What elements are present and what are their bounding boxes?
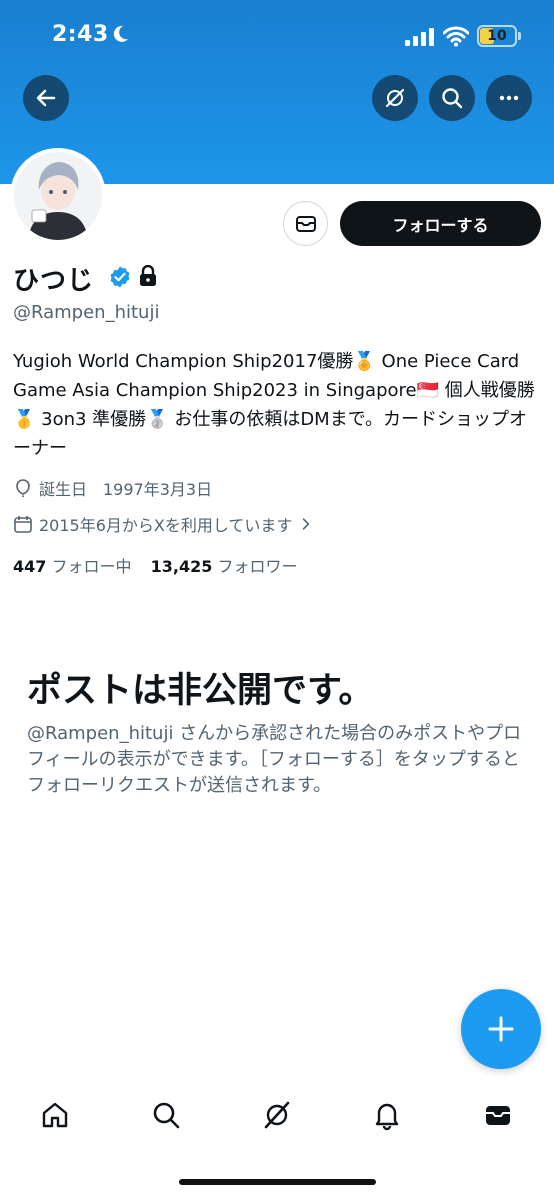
moon-icon	[113, 25, 128, 42]
tab-notifications[interactable]	[367, 1095, 407, 1135]
profile-handle: @Rampen_hituji	[13, 302, 160, 323]
grok-icon	[385, 88, 405, 108]
search-icon	[442, 88, 463, 109]
tab-home[interactable]	[35, 1095, 75, 1135]
private-posts-body: @Rampen_hituji さんから承認された場合のみポストやプロフィールの表…	[27, 723, 522, 796]
messages-icon	[486, 1106, 510, 1125]
followers-label: フォロワー	[217, 557, 298, 576]
avatar[interactable]	[10, 148, 106, 244]
follow-counts: 447 フォロー中 13,425 フォロワー	[13, 553, 297, 577]
bottom-tab-bar	[0, 1085, 554, 1145]
notifications-icon	[375, 1103, 399, 1131]
battery-percent: 10	[487, 28, 507, 44]
calendar-icon	[14, 516, 32, 533]
display-name: ひつじ	[13, 266, 95, 296]
search-button[interactable]	[429, 75, 475, 121]
grok-icon	[264, 1101, 290, 1129]
joined-row[interactable]: 2015年6月からXを利用しています	[13, 512, 320, 536]
birthday-text: 誕生日 1997年3月3日	[39, 480, 213, 499]
tab-grok[interactable]	[257, 1095, 297, 1135]
more-button[interactable]	[486, 75, 532, 121]
birthday-row: 誕生日 1997年3月3日	[13, 476, 212, 500]
plus-icon	[488, 1016, 514, 1042]
lock-icon	[140, 265, 156, 286]
following-label: フォロー中	[51, 557, 132, 576]
grok-button[interactable]	[372, 75, 418, 121]
battery-indicator: 10	[477, 25, 521, 47]
private-posts-title: ポストは非公開です。	[27, 671, 374, 711]
arrow-left-icon	[36, 89, 56, 107]
compose-post-button[interactable]	[461, 989, 541, 1069]
following-count: 447	[13, 557, 47, 576]
verified-badge-icon	[110, 266, 130, 288]
following-link[interactable]: 447 フォロー中	[13, 557, 132, 576]
home-icon	[42, 1102, 68, 1128]
chevron-right-icon	[303, 518, 310, 530]
follow-button[interactable]: フォローする	[340, 201, 541, 246]
status-time: 2:43	[52, 22, 109, 47]
search-icon	[153, 1102, 180, 1129]
message-button[interactable]	[283, 201, 328, 246]
balloon-icon	[16, 479, 30, 497]
avatar-illustration-icon	[14, 152, 102, 240]
signal-icon	[405, 28, 434, 46]
wifi-icon	[443, 26, 469, 47]
home-indicator	[179, 1179, 376, 1185]
envelope-icon	[295, 215, 316, 232]
back-button[interactable]	[23, 75, 69, 121]
tab-messages[interactable]	[478, 1095, 518, 1135]
followers-link[interactable]: 13,425 フォロワー	[151, 557, 298, 576]
battery-nub	[518, 32, 521, 40]
tab-search[interactable]	[146, 1095, 186, 1135]
joined-text: 2015年6月からXを利用しています	[39, 516, 293, 535]
status-bar: 2:43 10	[0, 0, 554, 74]
more-icon	[499, 95, 519, 101]
followers-count: 13,425	[150, 557, 213, 576]
profile-bio: Yugioh World Champion Ship2017優勝🏅 One Pi…	[13, 351, 535, 459]
